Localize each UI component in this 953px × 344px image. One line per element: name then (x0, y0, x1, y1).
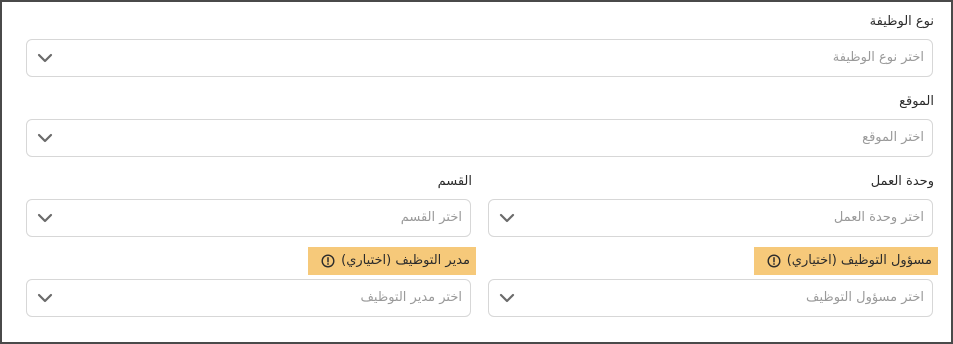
job-type-select[interactable]: اختر نوع الوظيفة (26, 39, 933, 77)
location-label: الموقع (899, 94, 934, 109)
hiring-manager-label: مدير التوظيف (اختياري) (308, 247, 476, 275)
warning-circle-icon (767, 254, 781, 268)
location-placeholder: اختر الموقع (862, 130, 924, 145)
hiring-officer-placeholder: اختر مسؤول التوظيف (806, 290, 924, 305)
job-type-label: نوع الوظيفة (869, 14, 934, 29)
hiring-manager-label-text: مدير التوظيف (اختياري) (341, 253, 470, 268)
business-unit-select[interactable]: اختر وحدة العمل (488, 199, 933, 237)
department-placeholder: اختر القسم (400, 210, 462, 225)
chevron-down-icon (37, 293, 53, 303)
hiring-officer-label-text: مسؤول التوظيف (اختياري) (786, 253, 932, 268)
hiring-officer-label: مسؤول التوظيف (اختياري) (754, 247, 938, 275)
warning-circle-icon (321, 254, 335, 268)
business-unit-label: وحدة العمل (870, 174, 934, 189)
business-unit-placeholder: اختر وحدة العمل (833, 210, 924, 225)
location-select[interactable]: اختر الموقع (26, 119, 933, 157)
chevron-down-icon (37, 133, 53, 143)
job-type-placeholder: اختر نوع الوظيفة (832, 50, 924, 65)
chevron-down-icon (499, 213, 515, 223)
chevron-down-icon (499, 293, 515, 303)
hiring-manager-placeholder: اختر مدير التوظيف (360, 290, 462, 305)
hiring-manager-select[interactable]: اختر مدير التوظيف (26, 279, 471, 317)
job-details-form: نوع الوظيفة اختر نوع الوظيفة الموقع اختر… (0, 0, 953, 344)
chevron-down-icon (37, 53, 53, 63)
department-label: القسم (437, 174, 472, 189)
hiring-officer-select[interactable]: اختر مسؤول التوظيف (488, 279, 933, 317)
department-select[interactable]: اختر القسم (26, 199, 471, 237)
chevron-down-icon (37, 213, 53, 223)
